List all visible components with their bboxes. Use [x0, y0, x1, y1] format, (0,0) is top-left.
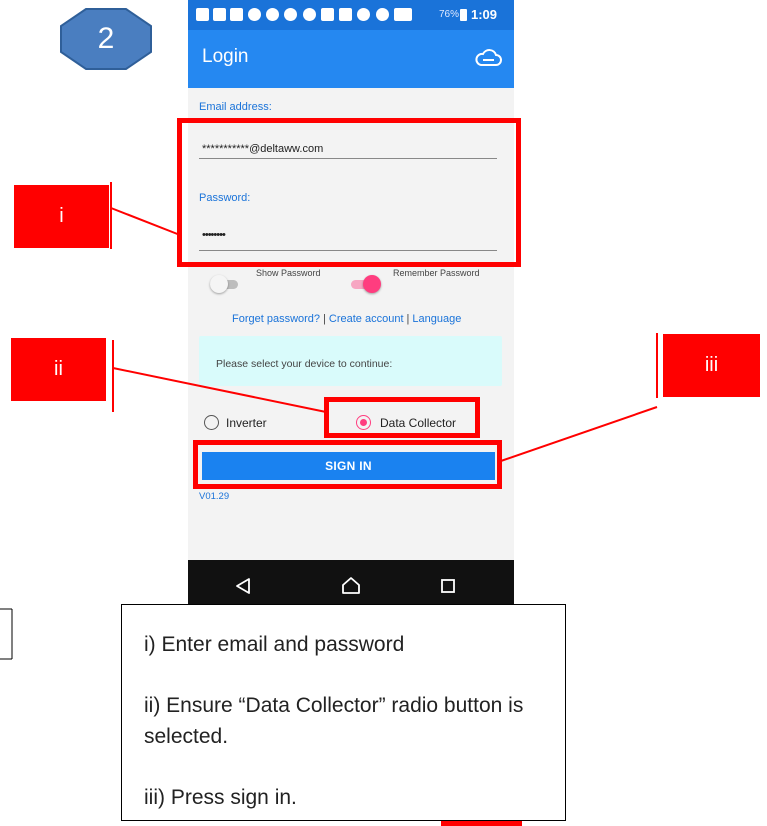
chat-icon — [266, 8, 279, 21]
clock: 1:09 — [471, 7, 498, 22]
highlight-box-data-collector — [324, 397, 480, 438]
instruction-step-2: ii) Ensure “Data Collector” radio button… — [144, 694, 524, 748]
sync-icon — [303, 8, 316, 21]
toggle-thumb — [363, 275, 381, 293]
version-text: V01.29 — [199, 491, 230, 502]
radio-circle — [204, 415, 219, 430]
status-bar: 76% 1:09 — [188, 0, 514, 30]
highlight-box-credentials — [177, 118, 521, 267]
remember-password-toggle[interactable] — [351, 275, 381, 293]
inverter-label: Inverter — [226, 416, 267, 430]
link-separator: | — [406, 313, 410, 325]
inverter-radio[interactable]: Inverter — [204, 414, 284, 432]
app-title: Login — [202, 46, 249, 67]
alarm-icon — [357, 8, 370, 21]
callout-label-iii: iii — [663, 334, 760, 397]
create-account-link[interactable]: Create account — [329, 313, 404, 325]
phone-screen: 76% 1:09 Login Email address: **********… — [188, 0, 514, 612]
callout-label-i: i — [14, 185, 109, 248]
signal-icon — [394, 8, 412, 21]
remember-password-label: Remember Password — [393, 268, 480, 278]
instruction-step-3: iii) Press sign in. — [144, 786, 297, 809]
gps-icon — [284, 8, 297, 21]
links-row: Forget password? | Create account | Language — [232, 313, 461, 325]
show-password-label: Show Password — [256, 268, 321, 278]
notification-icon — [196, 8, 209, 21]
gmail-icon — [213, 8, 226, 21]
wifi-icon — [376, 8, 389, 21]
toggle-thumb — [210, 275, 228, 293]
language-link[interactable]: Language — [412, 313, 461, 325]
photo-icon — [230, 8, 243, 21]
instruction-step-1: i) Enter email and password — [144, 633, 405, 656]
instructions-box: i) Enter email and password ii) Ensure “… — [121, 604, 566, 821]
home-icon[interactable] — [341, 576, 361, 595]
image-icon — [321, 8, 334, 21]
chrome-icon — [248, 8, 261, 21]
device-prompt-box: Please select your device to continue: — [199, 336, 502, 386]
battery-percent: 76% — [439, 9, 460, 20]
back-icon[interactable] — [235, 577, 251, 595]
device-prompt-text: Please select your device to continue: — [216, 358, 393, 370]
app-bar: Login — [188, 30, 514, 88]
email-label: Email address: — [199, 101, 272, 113]
recents-icon[interactable] — [441, 579, 455, 593]
cloud-icon[interactable] — [474, 47, 502, 69]
forget-password-link[interactable]: Forget password? — [232, 313, 320, 325]
callout-label-ii: ii — [11, 338, 106, 401]
show-password-toggle[interactable] — [210, 275, 240, 293]
highlight-box-sign-in — [193, 440, 502, 489]
link-separator: | — [323, 313, 326, 325]
battery-icon — [460, 9, 467, 21]
step-number: 2 — [97, 22, 115, 55]
nfc-icon — [339, 8, 352, 21]
